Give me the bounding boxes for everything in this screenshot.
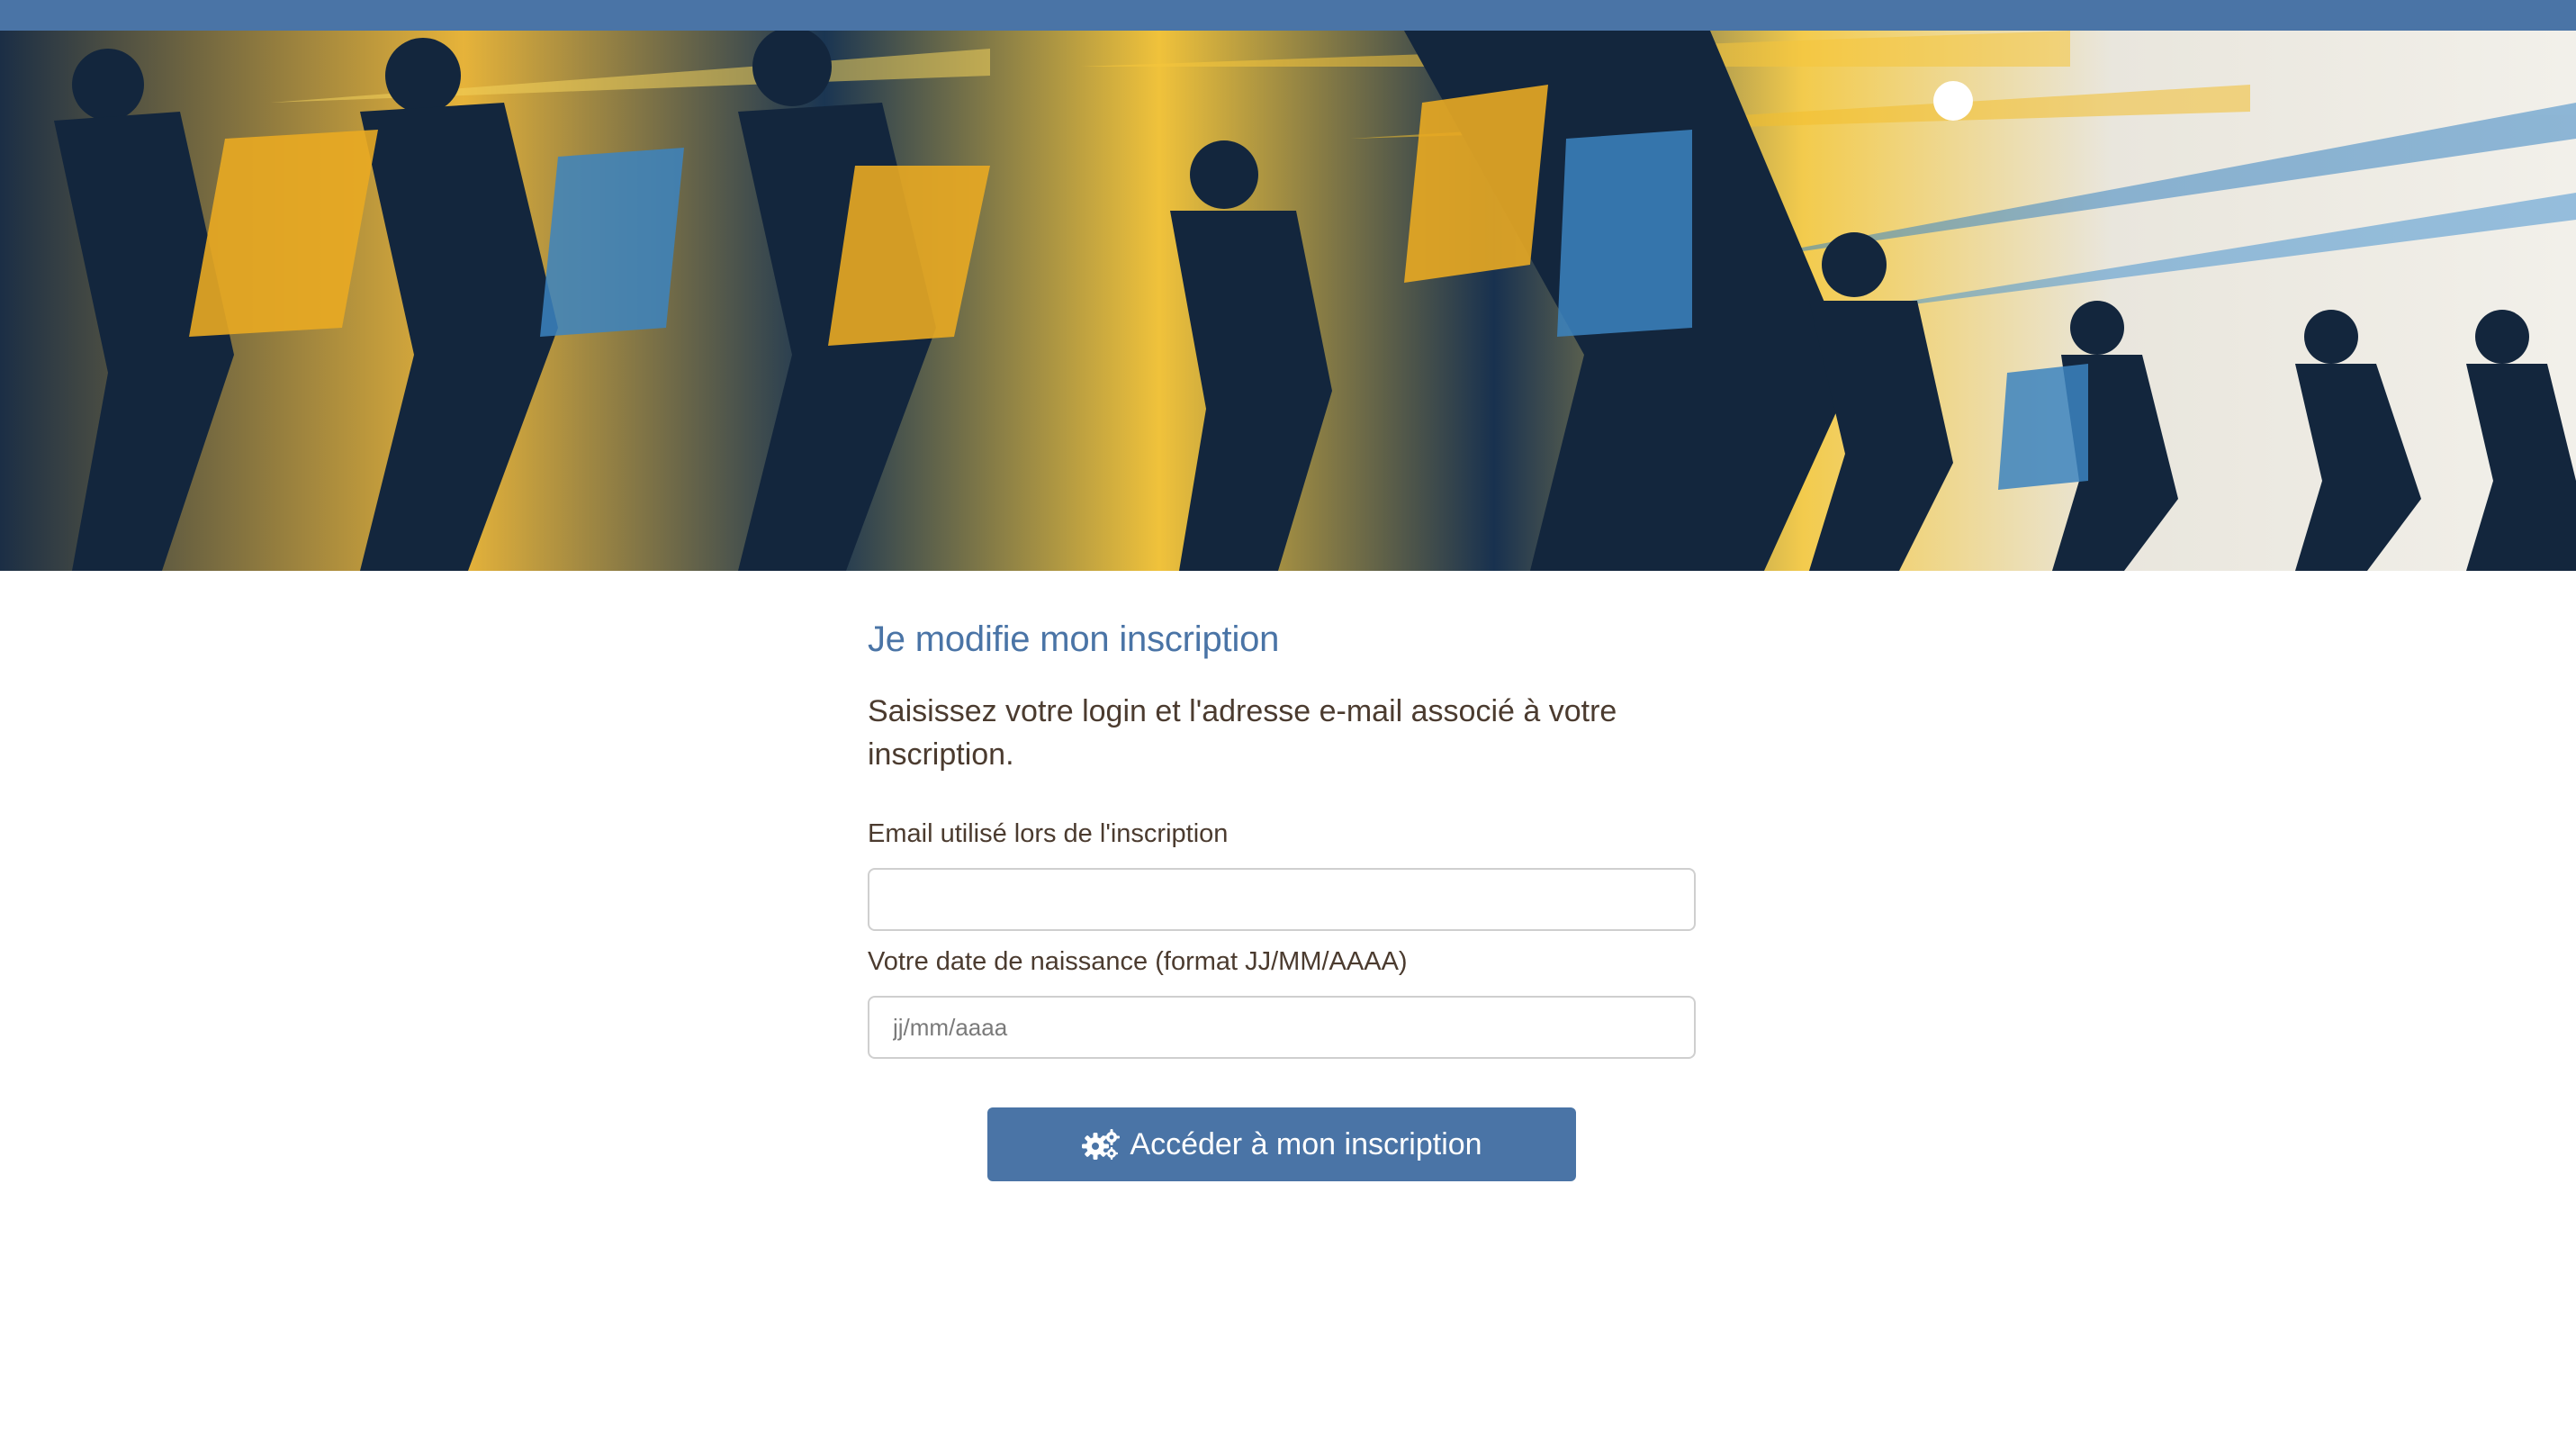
intro-text: Saisissez votre login et l'adresse e-mai…	[868, 694, 1617, 772]
birthdate-field[interactable]	[868, 996, 1696, 1059]
email-field[interactable]	[868, 868, 1696, 931]
runners-illustration	[54, 31, 2576, 571]
hero-banner	[0, 31, 2576, 571]
access-inscription-button[interactable]: Accéder à mon inscription	[987, 1107, 1576, 1181]
gears-icon	[1081, 1128, 1121, 1161]
email-label: Email utilisé lors de l'inscription	[868, 819, 1229, 848]
access-inscription-label: Accéder à mon inscription	[1130, 1126, 1482, 1161]
top-bar	[0, 0, 2576, 31]
birthdate-label: Votre date de naissance (format JJ/MM/AA…	[868, 947, 1408, 976]
page-title: Je modifie mon inscription	[868, 619, 1280, 659]
